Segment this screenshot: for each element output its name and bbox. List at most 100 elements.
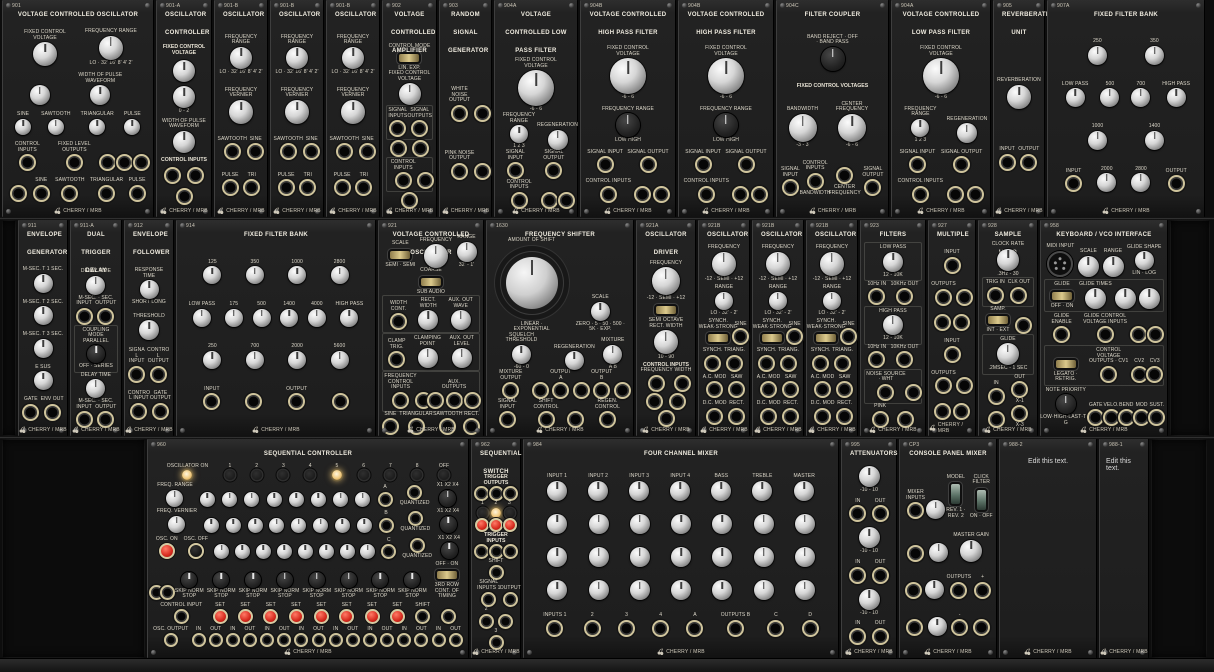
sine-patch-jack[interactable]: [303, 143, 320, 160]
band-reject-off-band-pass-rotary-switch-knob[interactable]: [821, 47, 845, 71]
rect-width-knob[interactable]: [654, 330, 678, 354]
note-priority-rotary-switch-knob[interactable]: [1056, 394, 1076, 414]
125-knob[interactable]: [203, 266, 221, 284]
patch-jack[interactable]: [732, 186, 749, 203]
4-patch-jack[interactable]: [652, 620, 669, 637]
treble-knob[interactable]: [752, 481, 772, 501]
knob[interactable]: [355, 492, 370, 507]
1-lamp-indicator[interactable]: [225, 470, 235, 480]
out-patch-jack[interactable]: [277, 633, 291, 647]
output-patch-jack[interactable]: [1168, 175, 1185, 192]
signal-input-patch-jack[interactable]: [597, 156, 614, 173]
clock-rate-knob[interactable]: [997, 249, 1019, 271]
knob[interactable]: [173, 60, 195, 82]
knob[interactable]: [200, 492, 215, 507]
2-patch-jack[interactable]: [584, 620, 601, 637]
knob[interactable]: [712, 514, 732, 534]
set-push-button[interactable]: [289, 609, 304, 624]
sawtooth-patch-jack[interactable]: [336, 143, 353, 160]
patch-jack[interactable]: [906, 619, 923, 636]
knob[interactable]: [269, 518, 284, 533]
patch-jack[interactable]: [474, 163, 491, 180]
tri-patch-jack[interactable]: [355, 179, 372, 196]
knob[interactable]: [754, 514, 774, 534]
cv3-patch-jack[interactable]: [1146, 366, 1163, 383]
10-10-knob[interactable]: [859, 466, 880, 487]
mixture-output-patch-jack[interactable]: [502, 382, 519, 399]
mixer-inputs-patch-jack[interactable]: [907, 502, 924, 519]
patch-jack[interactable]: [967, 186, 984, 203]
frequency-range-knob[interactable]: [99, 36, 123, 60]
knob[interactable]: [712, 547, 732, 567]
knob[interactable]: [267, 492, 282, 507]
low-pass-knob[interactable]: [193, 309, 211, 327]
rect-patch-jack[interactable]: [836, 408, 853, 425]
freq-vernier-knob[interactable]: [168, 516, 185, 533]
1400-knob[interactable]: [280, 309, 298, 327]
out-patch-jack[interactable]: [414, 633, 428, 647]
knob[interactable]: [754, 547, 774, 567]
master-gain-knob[interactable]: [960, 540, 982, 562]
out-patch-jack[interactable]: [449, 633, 463, 647]
knob[interactable]: [311, 492, 326, 507]
input-2-knob[interactable]: [588, 481, 608, 501]
knob[interactable]: [298, 544, 313, 559]
aux-out-level-knob[interactable]: [452, 348, 472, 368]
fixed-control-voltage-knob[interactable]: [923, 58, 959, 94]
knob[interactable]: [547, 580, 567, 600]
saw-patch-jack[interactable]: [836, 381, 853, 398]
knob[interactable]: [630, 514, 650, 534]
osc-off-push-button[interactable]: [188, 543, 204, 559]
control-inputs-patch-jack[interactable]: [698, 186, 715, 203]
range-knob[interactable]: [823, 292, 841, 310]
patch-jack[interactable]: [974, 582, 991, 599]
pulse-knob[interactable]: [124, 119, 140, 135]
glide-times-knob[interactable]: [1085, 288, 1106, 309]
in-patch-jack[interactable]: [849, 567, 866, 584]
2000-knob[interactable]: [1097, 173, 1116, 192]
6-lamp-indicator[interactable]: [359, 470, 369, 480]
scale-toggle-switch[interactable]: [390, 251, 410, 259]
set-push-button[interactable]: [314, 609, 329, 624]
output-patch-jack[interactable]: [1020, 154, 1037, 171]
synch-weak-strong-toggle-switch[interactable]: [762, 334, 782, 342]
signal-output-patch-jack[interactable]: [953, 156, 970, 173]
patch-jack[interactable]: [332, 393, 349, 410]
patch-jack[interactable]: [474, 544, 489, 559]
synch-weak-strong-toggle-switch[interactable]: [708, 334, 728, 342]
frequency-vernier-knob[interactable]: [285, 100, 309, 124]
patch-jack[interactable]: [907, 545, 924, 562]
semi-octave-toggle-switch[interactable]: [656, 306, 676, 314]
knob[interactable]: [333, 492, 348, 507]
b-patch-jack[interactable]: [379, 518, 394, 533]
fixed-control-voltage-knob[interactable]: [518, 70, 554, 106]
patch-jack[interactable]: [116, 154, 133, 171]
patch-jack[interactable]: [934, 403, 951, 420]
knob[interactable]: [671, 547, 691, 567]
x-3-patch-jack[interactable]: [1011, 405, 1028, 422]
knob[interactable]: [319, 544, 334, 559]
patch-jack[interactable]: [412, 140, 429, 157]
rect-patch-jack[interactable]: [728, 408, 745, 425]
patch-jack[interactable]: [956, 377, 973, 394]
input-patch-jack[interactable]: [944, 346, 961, 363]
patch-jack[interactable]: [541, 192, 558, 209]
in-patch-jack[interactable]: [988, 388, 1005, 405]
patch-jack[interactable]: [953, 314, 970, 331]
0-2-knob[interactable]: [173, 86, 195, 108]
out-patch-jack[interactable]: [346, 633, 360, 647]
input-3-knob[interactable]: [629, 481, 649, 501]
signal-input-patch-jack[interactable]: [507, 162, 524, 179]
patch-jack[interactable]: [464, 392, 481, 409]
input-patch-jack[interactable]: [999, 154, 1016, 171]
patch-jack[interactable]: [897, 411, 914, 428]
signal-input-patch-jack[interactable]: [909, 156, 926, 173]
d-c-mod-patch-jack[interactable]: [814, 408, 831, 425]
knob[interactable]: [340, 544, 355, 559]
a-patch-jack[interactable]: [686, 620, 703, 637]
knob[interactable]: [277, 544, 292, 559]
output-a-patch-jack[interactable]: [552, 382, 569, 399]
d-c-mod-patch-jack[interactable]: [760, 408, 777, 425]
sine-patch-jack[interactable]: [840, 328, 857, 345]
out-patch-jack[interactable]: [872, 628, 889, 645]
